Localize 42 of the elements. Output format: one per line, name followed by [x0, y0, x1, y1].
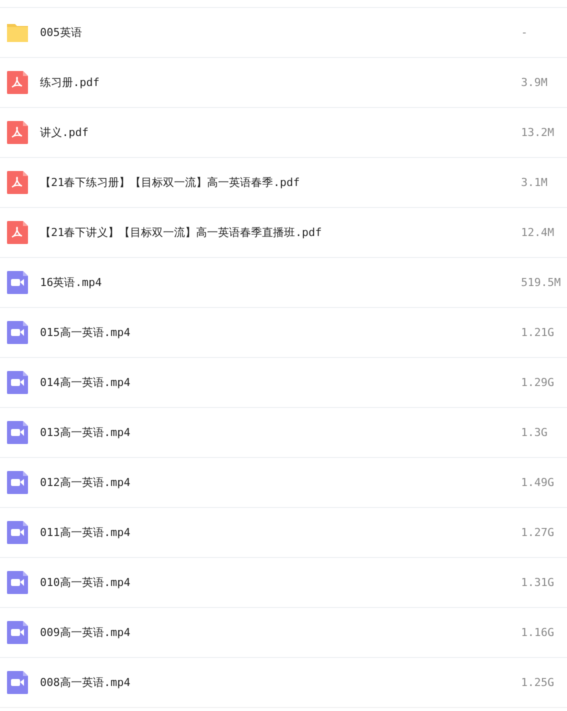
file-size: 1.27G: [521, 526, 556, 539]
video-file-icon: [7, 421, 28, 444]
file-size: 1.21G: [521, 326, 556, 339]
pdf-icon: [7, 121, 28, 144]
file-size: 1.29G: [521, 376, 556, 389]
file-name[interactable]: 【21春下讲义】【目标双一流】高一英语春季直播班.pdf: [40, 225, 521, 240]
file-size: -: [521, 26, 529, 39]
file-name[interactable]: 014高一英语.mp4: [40, 375, 521, 390]
file-name[interactable]: 16英语.mp4: [40, 275, 521, 290]
file-size: 3.9M: [521, 76, 548, 89]
file-size: 12.4M: [521, 226, 556, 239]
file-size: 3.1M: [521, 176, 548, 189]
file-name[interactable]: 013高一英语.mp4: [40, 425, 521, 440]
pdf-icon: [7, 221, 28, 244]
video-file-icon: [7, 371, 28, 394]
video-file-icon: [7, 671, 28, 694]
file-name[interactable]: 012高一英语.mp4: [40, 475, 521, 490]
video-file-icon: [7, 471, 28, 494]
video-file-icon: [7, 571, 28, 594]
file-size: 1.16G: [521, 626, 556, 639]
file-size: 1.25G: [521, 676, 556, 689]
pdf-icon: [7, 71, 28, 94]
video-file-icon: [7, 271, 28, 294]
file-name[interactable]: 010高一英语.mp4: [40, 575, 521, 590]
file-name[interactable]: 【21春下练习册】【目标双一流】高一英语春季.pdf: [40, 175, 521, 190]
file-size: 1.3G: [521, 426, 548, 439]
file-size: 13.2M: [521, 126, 556, 139]
file-name[interactable]: 011高一英语.mp4: [40, 525, 521, 540]
file-name[interactable]: 005英语: [40, 25, 521, 40]
file-size: 519.5M: [521, 276, 562, 289]
file-name[interactable]: 015高一英语.mp4: [40, 325, 521, 340]
file-size: 1.31G: [521, 576, 556, 589]
file-name[interactable]: 练习册.pdf: [40, 75, 521, 90]
file-name[interactable]: 008高一英语.mp4: [40, 675, 521, 690]
file-name[interactable]: 讲义.pdf: [40, 125, 521, 140]
file-size: 1.49G: [521, 476, 556, 489]
video-file-icon: [7, 321, 28, 344]
file-name[interactable]: 009高一英语.mp4: [40, 625, 521, 640]
video-file-icon: [7, 621, 28, 644]
pdf-icon: [7, 171, 28, 194]
folder-icon: [7, 21, 28, 44]
video-file-icon: [7, 521, 28, 544]
